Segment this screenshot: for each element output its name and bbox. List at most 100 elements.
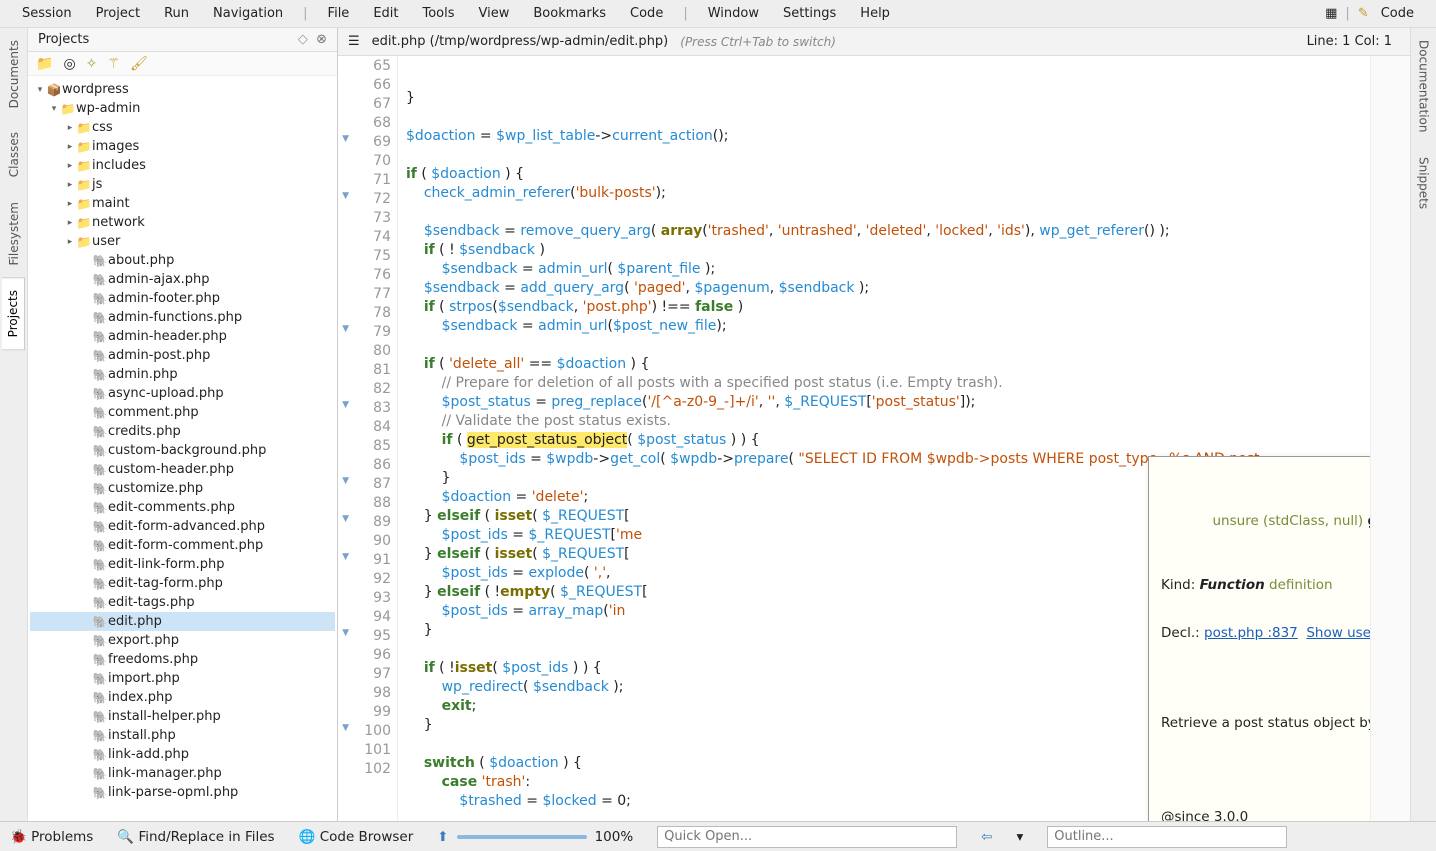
tree-node[interactable]: 🐘link-add.php: [30, 745, 335, 764]
tree-node[interactable]: 🐘install-helper.php: [30, 707, 335, 726]
tree-node[interactable]: ▾📦wordpress: [30, 80, 335, 99]
globe-icon[interactable]: 🌐: [299, 829, 316, 845]
find-replace-button[interactable]: Find/Replace in Files: [138, 829, 274, 845]
tree-node[interactable]: 🐘edit-tags.php: [30, 593, 335, 612]
cursor-position: Line: 1 Col: 1: [1307, 34, 1400, 49]
tab-switch-hint: (Press Ctrl+Tab to switch): [680, 35, 836, 49]
line-gutter[interactable]: 65666768▼697071▼72737475767778▼79808182▼…: [338, 56, 398, 821]
doclist-icon[interactable]: ☰: [348, 34, 360, 49]
editor-body: 65666768▼697071▼72737475767778▼79808182▼…: [338, 56, 1410, 821]
quick-open-input[interactable]: [657, 826, 957, 848]
wizard-icon[interactable]: ✧: [86, 56, 98, 72]
code-mode-label[interactable]: Code: [1369, 6, 1426, 21]
tree-node[interactable]: ▸📁maint: [30, 194, 335, 213]
bug-icon[interactable]: 🐞: [10, 829, 27, 845]
brush-icon[interactable]: 🖌: [130, 56, 148, 72]
tree-node[interactable]: 🐘index.php: [30, 688, 335, 707]
tree-node[interactable]: 🐘admin-functions.php: [30, 308, 335, 327]
dock-tab-snippets[interactable]: Snippets: [1413, 145, 1435, 221]
staff-icon[interactable]: ⚚: [107, 56, 120, 72]
menu-session[interactable]: Session: [10, 6, 84, 21]
nav-dropdown-icon[interactable]: ▾: [1016, 829, 1023, 845]
folder-icon[interactable]: 📁: [36, 56, 53, 72]
tree-node[interactable]: 🐘async-upload.php: [30, 384, 335, 403]
menu-settings[interactable]: Settings: [771, 6, 848, 21]
hover-documentation: unsure (stdClass, null) get_post_status_…: [1148, 456, 1370, 821]
tree-node[interactable]: 🐘customize.php: [30, 479, 335, 498]
tree-node[interactable]: 🐘edit.php: [30, 612, 335, 631]
tree-node[interactable]: ▸📁images: [30, 137, 335, 156]
tree-node[interactable]: 🐘admin-footer.php: [30, 289, 335, 308]
statusbar: 🐞 Problems 🔍 Find/Replace in Files 🌐 Cod…: [0, 821, 1436, 851]
minimap[interactable]: [1370, 56, 1410, 821]
tree-node[interactable]: ▸📁css: [30, 118, 335, 137]
grid-icon[interactable]: ▦: [1325, 6, 1337, 21]
tree-node[interactable]: ▸📁user: [30, 232, 335, 251]
tree-node[interactable]: 🐘edit-tag-form.php: [30, 574, 335, 593]
nav-back-icon[interactable]: ⇦: [981, 829, 992, 845]
code-browser-button[interactable]: Code Browser: [320, 829, 414, 845]
menubar: SessionProjectRunNavigation | FileEditTo…: [0, 0, 1436, 28]
pencil-icon[interactable]: ✎: [1358, 6, 1369, 21]
tree-node[interactable]: ▾📁wp-admin: [30, 99, 335, 118]
diamond-icon[interactable]: ◇: [298, 32, 308, 47]
target-icon[interactable]: ◎: [63, 56, 75, 72]
menu-tools[interactable]: Tools: [411, 6, 467, 21]
tree-node[interactable]: 🐘link-manager.php: [30, 764, 335, 783]
menu-separator: |: [295, 6, 315, 21]
tree-node[interactable]: 🐘edit-comments.php: [30, 498, 335, 517]
tree-node[interactable]: 🐘custom-header.php: [30, 460, 335, 479]
decl-link[interactable]: post.php :837: [1204, 625, 1298, 641]
menu-file[interactable]: File: [316, 6, 362, 21]
dock-tab-classes[interactable]: Classes: [3, 120, 25, 189]
tree-node[interactable]: 🐘edit-link-form.php: [30, 555, 335, 574]
tab-title[interactable]: edit.php (/tmp/wordpress/wp-admin/edit.p…: [372, 34, 669, 49]
tree-node[interactable]: 🐘install.php: [30, 726, 335, 745]
tree-node[interactable]: 🐘credits.php: [30, 422, 335, 441]
tree-node[interactable]: ▸📁js: [30, 175, 335, 194]
dock-tab-filesystem[interactable]: Filesystem: [3, 190, 25, 277]
tree-node[interactable]: 🐘admin.php: [30, 365, 335, 384]
menu-view[interactable]: View: [467, 6, 522, 21]
dock-tab-documents[interactable]: Documents: [3, 28, 25, 120]
menu-bookmarks[interactable]: Bookmarks: [521, 6, 618, 21]
code-area[interactable]: } $doaction = $wp_list_table->current_ac…: [398, 56, 1370, 821]
tree-node[interactable]: 🐘freedoms.php: [30, 650, 335, 669]
outline-input[interactable]: [1047, 826, 1287, 848]
menu-window[interactable]: Window: [696, 6, 771, 21]
zoom-control[interactable]: ⬆ 100%: [437, 829, 633, 845]
close-icon[interactable]: ⊗: [316, 32, 327, 47]
tree-node[interactable]: 🐘link-parse-opml.php: [30, 783, 335, 802]
tree-node[interactable]: 🐘edit-form-comment.php: [30, 536, 335, 555]
projects-panel-title: Projects: [38, 32, 298, 47]
tree-node[interactable]: 🐘about.php: [30, 251, 335, 270]
menu-navigation[interactable]: Navigation: [201, 6, 295, 21]
zoom-up-icon[interactable]: ⬆: [437, 829, 448, 845]
menu-help[interactable]: Help: [848, 6, 902, 21]
tree-node[interactable]: ▸📁includes: [30, 156, 335, 175]
menu-code[interactable]: Code: [618, 6, 675, 21]
tree-node[interactable]: 🐘edit-form-advanced.php: [30, 517, 335, 536]
left-dock: DocumentsClassesFilesystemProjects: [0, 28, 28, 821]
tree-node[interactable]: 🐘admin-header.php: [30, 327, 335, 346]
projects-panel: Projects ◇ ⊗ 📁 ◎ ✧ ⚚ 🖌 ▾📦wordpress▾📁wp-a…: [28, 28, 338, 821]
right-dock: DocumentationSnippets: [1410, 28, 1436, 821]
project-tree[interactable]: ▾📦wordpress▾📁wp-admin▸📁css▸📁images▸📁incl…: [28, 76, 337, 821]
projects-toolbar: 📁 ◎ ✧ ⚚ 🖌: [28, 52, 337, 76]
tree-node[interactable]: 🐘export.php: [30, 631, 335, 650]
tree-node[interactable]: ▸📁network: [30, 213, 335, 232]
menu-run[interactable]: Run: [152, 6, 201, 21]
editor-tabbar: ☰ edit.php (/tmp/wordpress/wp-admin/edit…: [338, 28, 1410, 56]
tree-node[interactable]: 🐘admin-ajax.php: [30, 270, 335, 289]
binoculars-icon[interactable]: 🔍: [117, 829, 134, 845]
menu-project[interactable]: Project: [84, 6, 152, 21]
menu-edit[interactable]: Edit: [361, 6, 410, 21]
dock-tab-documentation[interactable]: Documentation: [1413, 28, 1435, 145]
tree-node[interactable]: 🐘import.php: [30, 669, 335, 688]
tree-node[interactable]: 🐘custom-background.php: [30, 441, 335, 460]
show-uses-link[interactable]: Show uses: [1306, 625, 1370, 641]
tree-node[interactable]: 🐘comment.php: [30, 403, 335, 422]
tree-node[interactable]: 🐘admin-post.php: [30, 346, 335, 365]
dock-tab-projects[interactable]: Projects: [2, 277, 25, 350]
problems-button[interactable]: Problems: [31, 829, 93, 845]
